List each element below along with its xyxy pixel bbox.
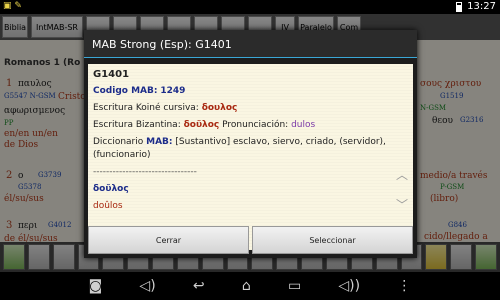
diccionario-mab: MAB:	[146, 137, 173, 147]
back-icon[interactable]: ↩	[193, 278, 205, 294]
home-icon[interactable]: ⌂	[242, 278, 251, 294]
bizantina-value: δοῦλος	[183, 120, 220, 130]
strong-id: G1401	[93, 69, 130, 80]
recent-apps-icon[interactable]: ▭	[288, 278, 301, 294]
camera-icon[interactable]: ◙	[89, 278, 103, 294]
volume-down-icon[interactable]: ◁)	[139, 278, 155, 294]
bizantina-label: Escritura Bizantina:	[93, 120, 181, 130]
diccionario-row: Diccionario MAB: [Sustantivo] esclavo, s…	[93, 136, 408, 162]
lemma-greek: δοῦλος	[93, 184, 129, 194]
menu-icon[interactable]: ⋮	[397, 278, 411, 294]
pronunciacion-label: Pronunciación:	[222, 120, 289, 130]
android-nav-bar: ◙ ◁) ↩ ⌂ ▭ ◁)) ⋮	[0, 272, 500, 300]
codigo-value: 1249	[160, 86, 186, 96]
koine-value: δουλος	[201, 103, 238, 113]
battery-icon	[456, 1, 463, 12]
pronunciacion-value: dulos	[291, 120, 316, 130]
close-button[interactable]: Cerrar	[88, 226, 249, 254]
volume-up-icon[interactable]: ◁))	[338, 278, 360, 294]
status-bar: ▣ ✎ 13:27	[0, 0, 500, 14]
clock: 13:27	[467, 1, 496, 12]
scroll-down-icon[interactable]: ﹀	[396, 196, 408, 213]
codigo-label: Codigo MAB:	[93, 86, 158, 96]
status-right: 13:27	[456, 1, 496, 12]
notification-icons: ▣ ✎	[3, 1, 22, 11]
diccionario-label: Diccionario	[93, 137, 144, 147]
dialog-content[interactable]: G1401 Codigo MAB: 1249 Escritura Koiné c…	[88, 64, 413, 250]
codigo-row: Codigo MAB: 1249	[93, 85, 408, 98]
divider: --------------------------------	[93, 167, 197, 177]
lemma-translit: doûlos	[93, 201, 123, 211]
select-button[interactable]: Seleccionar	[252, 226, 413, 254]
bizantina-row: Escritura Bizantina: δοῦλος Pronunciació…	[93, 119, 408, 132]
koine-label: Escritura Koiné cursiva:	[93, 103, 199, 113]
dialog-title: MAB Strong (Esp): G1401	[84, 30, 417, 58]
strong-dialog: MAB Strong (Esp): G1401 G1401 Codigo MAB…	[84, 30, 417, 258]
scroll-up-icon[interactable]: ︿	[396, 166, 408, 183]
koine-row: Escritura Koiné cursiva: δουλος	[93, 102, 408, 115]
dialog-buttons: Cerrar Seleccionar	[84, 226, 417, 256]
